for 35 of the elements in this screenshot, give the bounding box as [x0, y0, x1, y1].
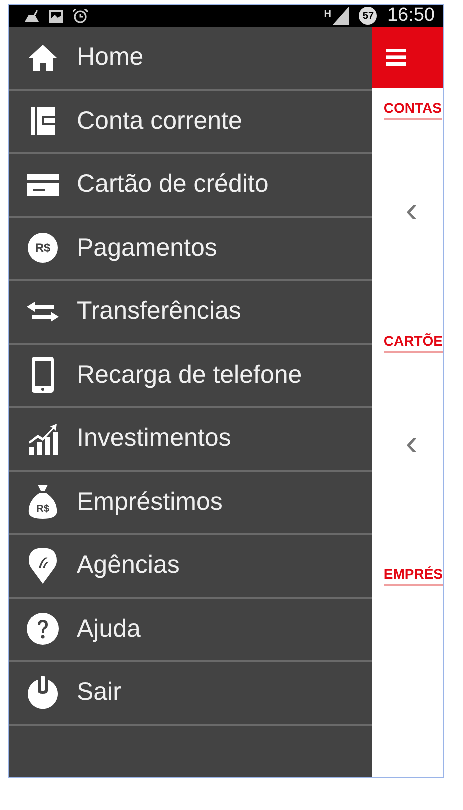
transfer-arrows-icon [26, 300, 60, 323]
money-bag-icon: R$ [28, 485, 58, 520]
menu-item[interactable]: Sair [9, 662, 372, 726]
alarm-clock-icon [73, 8, 88, 24]
battery-indicator: 57 [359, 7, 378, 25]
menu-item[interactable]: Ajuda [9, 598, 372, 662]
menu-item[interactable]: Agências [9, 535, 372, 598]
help-icon [27, 613, 59, 646]
menu-item[interactable]: Cartão de crédito [9, 154, 372, 218]
menu-item[interactable]: Home [9, 27, 372, 90]
growth-chart-icon [28, 422, 58, 455]
image-icon [49, 10, 63, 22]
credit-card-icon [27, 174, 59, 196]
clock-time: 16:50 [387, 5, 435, 27]
section-title: CARTÕE [384, 333, 443, 353]
previous-arrow[interactable]: ‹ [406, 425, 418, 461]
section-title: EMPRÉS [384, 566, 443, 586]
home-icon [28, 42, 58, 73]
section-title: CONTAS [384, 100, 442, 120]
menu-item[interactable]: Investimentos [9, 408, 372, 472]
menu-item[interactable]: Recarga de telefone [9, 344, 372, 408]
menu-item[interactable]: R$ Pagamentos [9, 218, 372, 281]
network-type: H [324, 9, 332, 20]
cleaner-icon [25, 10, 39, 22]
menu-item[interactable]: Conta corrente [9, 90, 372, 154]
coin-icon: R$ [28, 233, 58, 264]
wallet-icon [30, 106, 56, 136]
previous-arrow[interactable]: ‹ [406, 192, 418, 228]
signal-icon [333, 7, 350, 25]
menu-icon[interactable] [386, 49, 406, 66]
phone-icon [32, 357, 54, 394]
menu-item[interactable]: Transferências [9, 281, 372, 344]
menu-item[interactable]: R$ Empréstimos [9, 472, 372, 535]
power-icon [27, 676, 59, 710]
map-pin-icon [29, 548, 57, 584]
